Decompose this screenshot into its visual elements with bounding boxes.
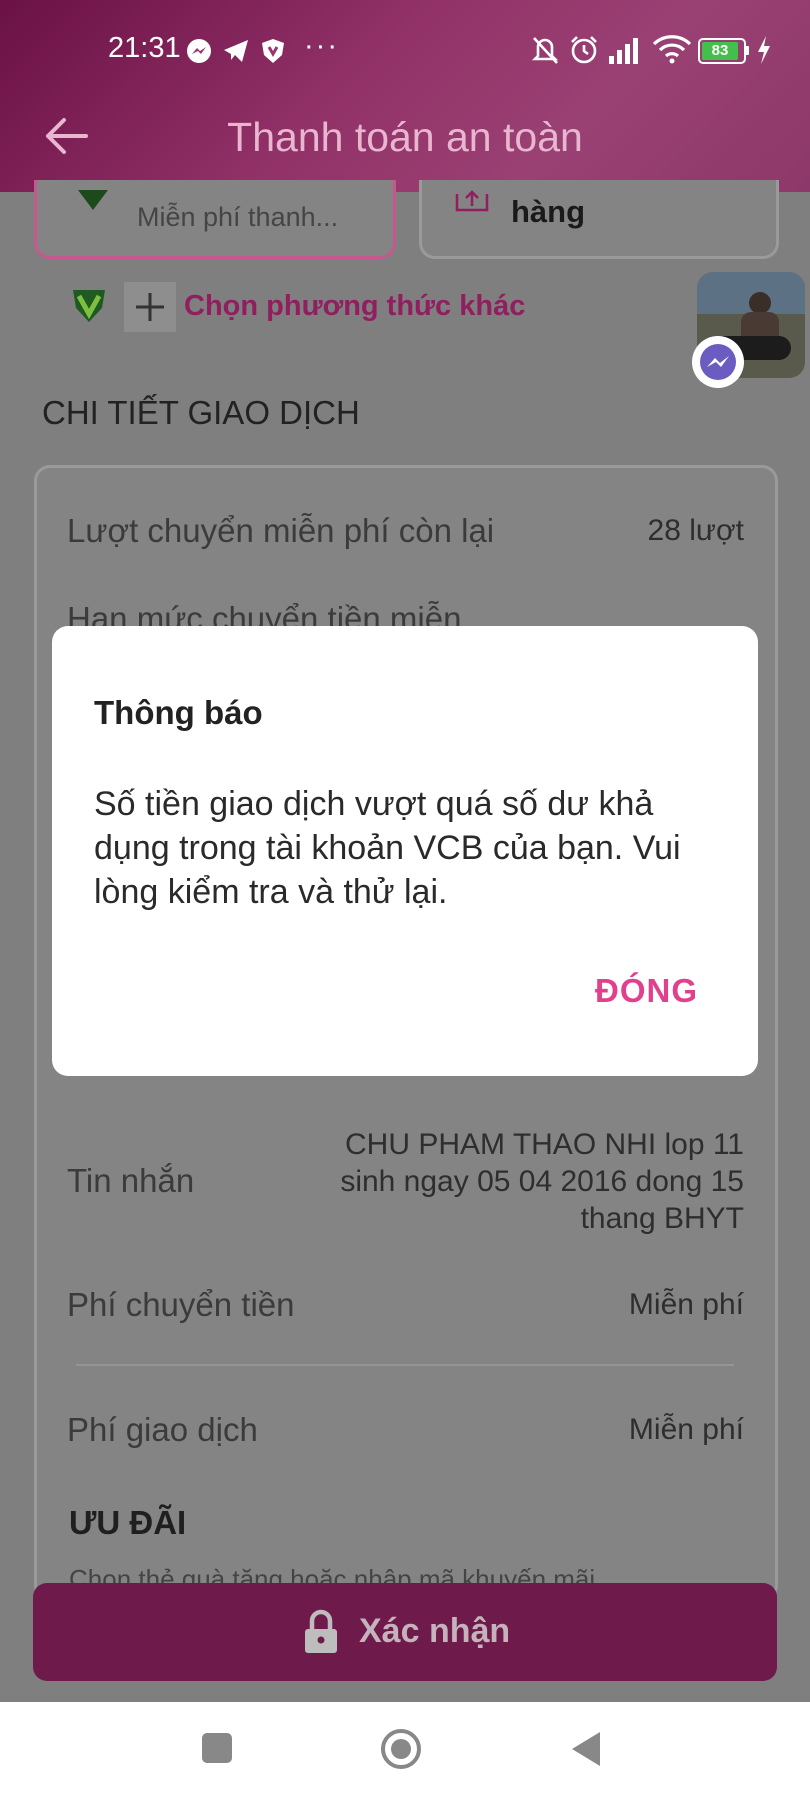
home-button[interactable]	[380, 1728, 422, 1770]
notification-dialog: Thông báo Số tiền giao dịch vượt quá số …	[52, 626, 758, 1076]
back-nav-button[interactable]	[570, 1730, 602, 1768]
dialog-close-button[interactable]: ĐÓNG	[595, 972, 698, 1010]
dialog-title: Thông báo	[94, 694, 263, 731]
dialog-message: Số tiền giao dịch vượt quá số dư khả dụn…	[94, 785, 681, 911]
recents-button[interactable]	[202, 1733, 232, 1763]
